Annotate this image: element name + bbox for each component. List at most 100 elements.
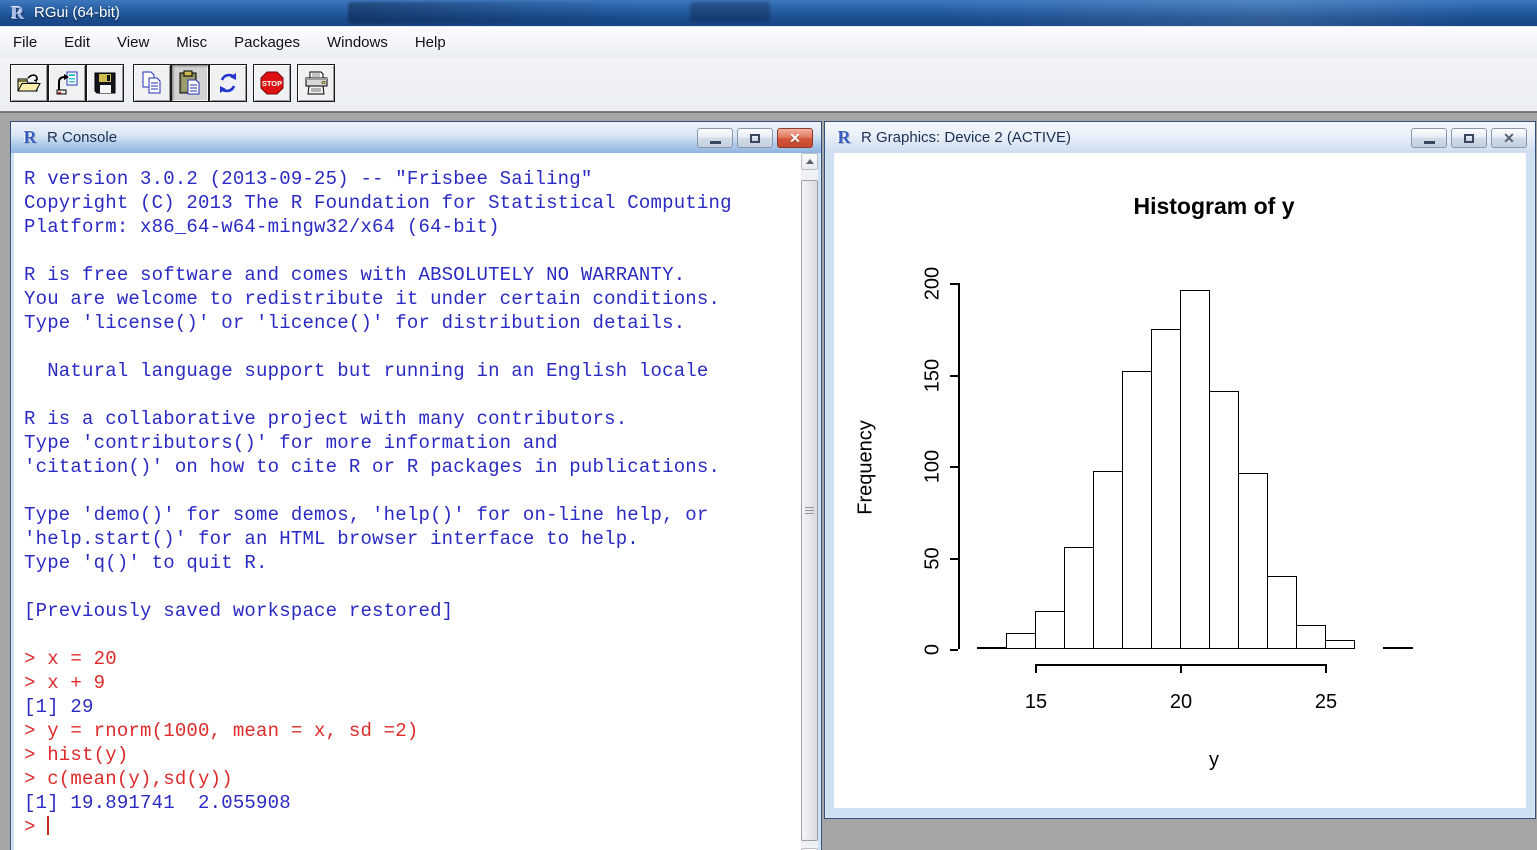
svg-text:STOP: STOP (262, 79, 282, 88)
x-tick (1325, 664, 1327, 673)
scrollbar-grip-icon (805, 507, 814, 515)
maximize-button[interactable] (1451, 128, 1487, 148)
background-window-remnant (690, 2, 770, 22)
copy-button[interactable] (133, 64, 171, 102)
app-titlebar[interactable]: R RGui (64-bit) (0, 0, 1537, 26)
x-tick-label: 25 (1306, 691, 1346, 714)
x-tick (1180, 664, 1182, 673)
menu-item-view[interactable]: View (107, 30, 159, 55)
load-workspace-button[interactable] (48, 64, 86, 102)
console-line (24, 623, 818, 647)
histogram-bar (1383, 647, 1413, 649)
copy-paste-button[interactable] (209, 64, 247, 102)
console-line: Copyright (C) 2013 The R Foundation for … (24, 191, 818, 215)
restore-icon (750, 134, 760, 143)
console-line: Platform: x86_64-w64-mingw32/x64 (64-bit… (24, 215, 818, 239)
x-tick-label: 15 (1016, 691, 1056, 714)
load-workspace-icon (53, 69, 81, 97)
menu-item-misc[interactable]: Misc (166, 30, 217, 55)
console-text[interactable]: R version 3.0.2 (2013-09-25) -- "Frisbee… (14, 153, 818, 839)
menu-item-windows[interactable]: Windows (317, 30, 398, 55)
scroll-up-button[interactable] (801, 153, 818, 170)
histogram-bar (1296, 625, 1326, 649)
histogram-bar (1035, 611, 1065, 649)
paste-button[interactable] (171, 64, 209, 102)
circular-arrows-icon (214, 69, 242, 97)
histogram-bar (1093, 471, 1123, 649)
console-window-controls: ✕ (693, 128, 813, 148)
r-logo-icon: R (834, 127, 854, 147)
restore-button[interactable] (737, 128, 773, 148)
y-tick-label: 100 (922, 437, 945, 497)
histogram-bar (1180, 290, 1210, 649)
up-arrow-icon (806, 159, 814, 164)
graphics-canvas: Histogram of yyFrequency0501001502001520… (834, 153, 1526, 808)
stop-button[interactable]: STOP (253, 64, 291, 102)
menu-item-edit[interactable]: Edit (54, 30, 100, 55)
copy-icon (138, 69, 166, 97)
app-title: RGui (64-bit) (34, 4, 120, 21)
histogram-bar (1267, 576, 1297, 649)
console-line: > c(mean(y),sd(y)) (24, 767, 818, 791)
y-tick (950, 466, 958, 468)
histogram-bar (977, 647, 1007, 649)
histogram-bar (1122, 371, 1152, 649)
minimize-icon (1424, 141, 1435, 144)
open-script-button[interactable] (10, 64, 48, 102)
x-axis-label: y (994, 749, 1434, 772)
y-tick (950, 283, 958, 285)
print-button[interactable] (297, 64, 335, 102)
console-line: [1] 19.891741 2.055908 (24, 791, 818, 815)
close-icon: ✕ (789, 131, 801, 145)
close-button[interactable]: ✕ (1491, 128, 1527, 148)
console-line (24, 335, 818, 359)
minimize-icon (710, 141, 721, 144)
menu-item-file[interactable]: File (3, 30, 47, 55)
console-window: R R Console ✕ R version 3.0.2 (2013-09-2… (10, 121, 822, 850)
background-window-remnant (348, 2, 648, 24)
minimize-button[interactable] (697, 128, 733, 148)
y-axis (958, 283, 960, 649)
text-cursor (47, 816, 49, 835)
open-folder-icon (15, 69, 43, 97)
chart-title: Histogram of y (994, 193, 1434, 220)
y-tick (950, 649, 958, 651)
histogram-bar (1238, 473, 1268, 649)
r-logo-icon: R (8, 3, 28, 23)
histogram-bar (1064, 547, 1094, 649)
save-workspace-button[interactable] (86, 64, 124, 102)
console-scrollbar[interactable] (801, 153, 818, 850)
menubar: File Edit View Misc Packages Windows Help (0, 26, 1537, 58)
console-line: R is free software and comes with ABSOLU… (24, 263, 818, 287)
printer-icon (302, 69, 330, 97)
close-icon: ✕ (1503, 131, 1515, 145)
save-icon (91, 69, 119, 97)
console-line: [1] 29 (24, 695, 818, 719)
y-tick (950, 375, 958, 377)
paste-icon (176, 69, 204, 97)
menu-item-help[interactable]: Help (405, 30, 456, 55)
close-button[interactable]: ✕ (777, 128, 813, 148)
console-body[interactable]: R version 3.0.2 (2013-09-25) -- "Frisbee… (14, 153, 818, 850)
graphics-title: R Graphics: Device 2 (ACTIVE) (861, 129, 1071, 146)
y-tick-label: 50 (922, 528, 945, 588)
histogram-bar (1006, 633, 1036, 649)
console-line: Type 'q()' to quit R. (24, 551, 818, 575)
histogram-plot: Histogram of yyFrequency0501001502001520… (834, 153, 1526, 808)
console-line (24, 239, 818, 263)
histogram-bar (1151, 329, 1181, 649)
console-line: > hist(y) (24, 743, 818, 767)
console-titlebar[interactable]: R R Console ✕ (11, 122, 821, 153)
menu-item-packages[interactable]: Packages (224, 30, 310, 55)
r-logo-icon: R (20, 127, 40, 147)
console-title: R Console (47, 129, 117, 146)
y-tick-label: 0 (922, 620, 945, 680)
graphics-titlebar[interactable]: R R Graphics: Device 2 (ACTIVE) ✕ (825, 122, 1535, 153)
console-line: Type 'license()' or 'licence()' for dist… (24, 311, 818, 335)
mdi-client-area: R R Console ✕ R version 3.0.2 (2013-09-2… (0, 112, 1537, 850)
histogram-bar (1325, 640, 1355, 649)
scrollbar-thumb[interactable] (801, 180, 818, 841)
y-tick (950, 558, 958, 560)
x-tick-label: 20 (1161, 691, 1201, 714)
minimize-button[interactable] (1411, 128, 1447, 148)
